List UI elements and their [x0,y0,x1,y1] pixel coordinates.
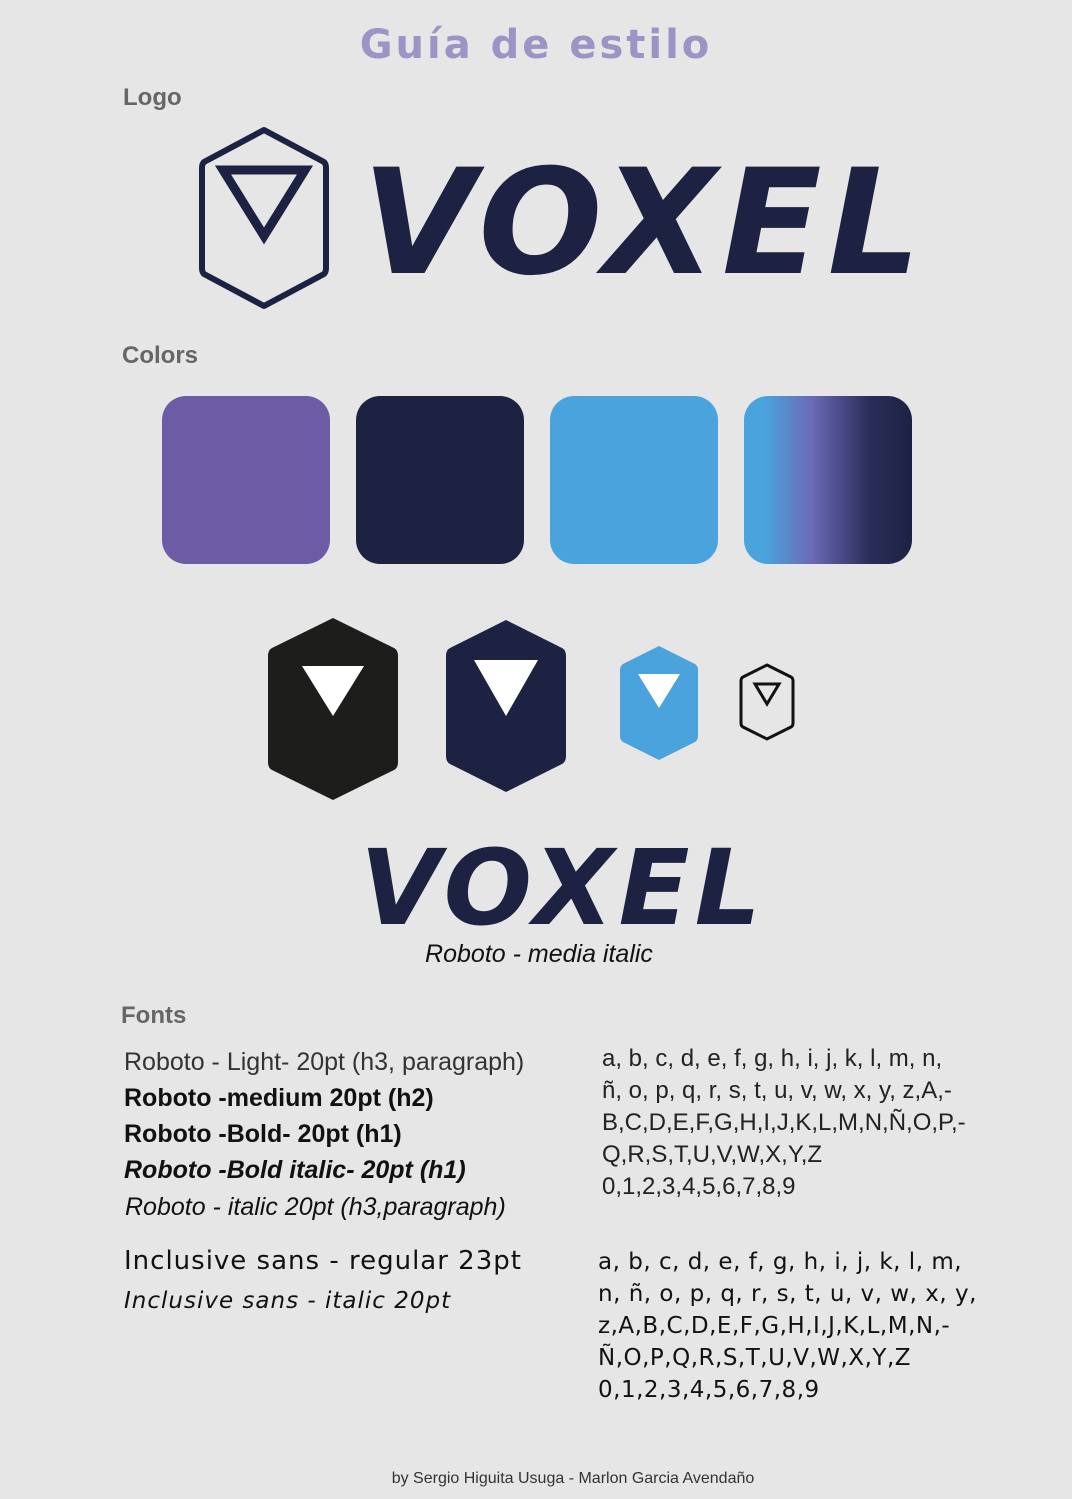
font-sample-medium: Roboto -medium 20pt (h2) [124,1084,434,1112]
font-sample-bold-italic: Roboto -Bold italic- 20pt (h1) [124,1156,466,1184]
section-label-colors: Colors [122,342,199,369]
outline-hexagon-icon [739,663,795,741]
black-hexagon-icon [268,618,398,800]
section-label-logo: Logo [123,84,182,111]
font-sample-italic: Roboto - italic 20pt (h3,paragraph) [125,1193,506,1221]
color-swatch-gradient [744,396,912,564]
font-sample-light: Roboto - Light- 20pt (h3, paragraph) [124,1048,525,1076]
hexagon-logo-icon [199,127,329,309]
blue-hexagon-icon [620,646,698,760]
roboto-glyph-line: B,C,D,E,F,G,H,I,J,K,L,M,N,Ñ,O,P,- [602,1109,966,1136]
roboto-glyph-line: a, b, c, d, e, f, g, h, i, j, k, l, m, n… [602,1045,943,1072]
roboto-glyph-line: Q,R,S,T,U,V,W,X,Y,Z [602,1141,823,1168]
roboto-glyph-line: 0,1,2,3,4,5,6,7,8,9 [602,1173,796,1200]
section-label-fonts: Fonts [121,1002,187,1029]
color-swatch-navy [356,396,524,564]
inclusive-glyph-line: a, b, c, d, e, f, g, h, i, j, k, l, m, [598,1249,963,1275]
inclusive-sample-italic: Inclusive sans - italic 20pt [124,1288,452,1314]
page-title: Guía de estilo [359,22,713,68]
font-sample-bold: Roboto -Bold- 20pt (h1) [124,1120,402,1148]
inclusive-glyph-line: z,A,B,C,D,E,F,G,H,I,J,K,L,M,N,- [598,1313,951,1339]
credit-footer: by Sergio Higuita Usuga - Marlon Garcia … [391,1470,755,1487]
inclusive-glyph-line: n, ñ, o, p, q, r, s, t, u, v, w, x, y, [598,1281,977,1307]
roboto-glyph-line: ñ, o, p, q, r, s, t, u, v, w, x, y, z,A,… [602,1077,952,1104]
inclusive-glyph-line: Ñ,O,P,Q,R,S,T,U,V,W,X,Y,Z [598,1345,912,1371]
logo-wordmark: VOXEL [362,138,927,308]
inclusive-glyph-line: 0,1,2,3,4,5,6,7,8,9 [598,1377,820,1403]
secondary-wordmark: VOXEL [360,827,766,949]
wordmark-font-caption: Roboto - media italic [425,940,653,968]
navy-hexagon-icon [446,620,566,792]
inclusive-sample-regular: Inclusive sans - regular 23pt [124,1246,522,1276]
color-swatch-purple [162,396,330,564]
color-swatch-blue [550,396,718,564]
